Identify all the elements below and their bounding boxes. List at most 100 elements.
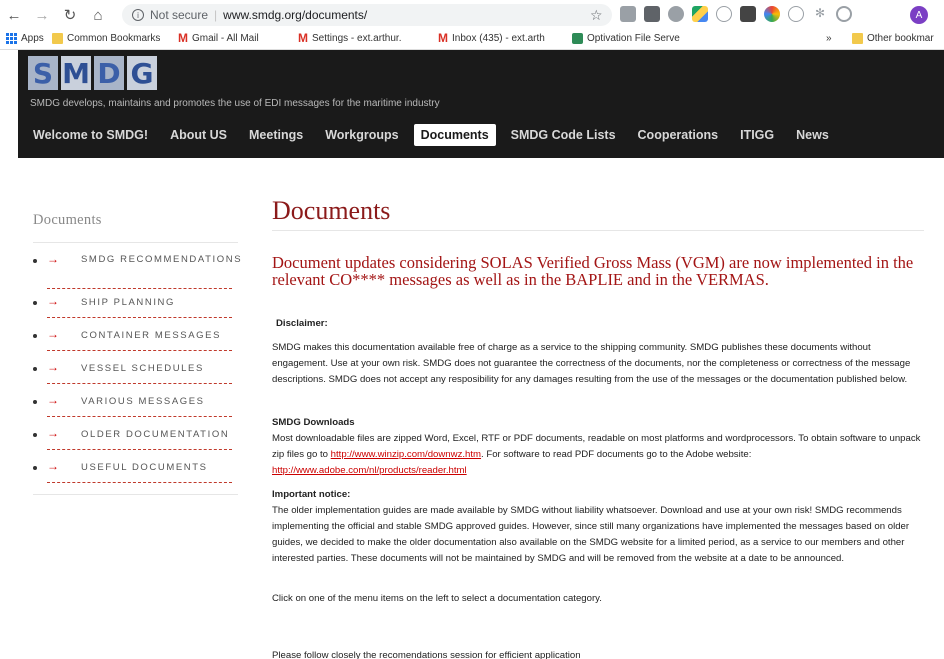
home-icon[interactable]: ⌂	[88, 5, 108, 25]
dashed-divider	[47, 416, 232, 417]
arrow-right-icon: →	[47, 426, 59, 440]
sidebar-item-various-messages[interactable]: → VARIOUS MESSAGES	[33, 393, 233, 417]
disclaimer-heading: Disclaimer:	[276, 316, 928, 332]
follow-recommendations-text: Please follow closely the recomendations…	[272, 650, 581, 659]
gear-icon[interactable]: ✻	[812, 6, 828, 22]
folder-icon	[852, 33, 863, 44]
nav-meetings[interactable]: Meetings	[242, 124, 310, 146]
bookmark-settings[interactable]: M Settings - ext.arthur.	[298, 31, 402, 45]
drive-icon[interactable]	[692, 6, 708, 22]
sidebar-item-smdg-recommendations[interactable]: → SMDG RECOMMENDATIONS	[33, 252, 241, 290]
nav-cooperations[interactable]: Cooperations	[631, 124, 726, 146]
sidebar-item-label: OLDER DOCUMENTATION	[81, 429, 230, 440]
smdg-logo[interactable]: S M D G	[28, 56, 160, 92]
logo-letter: M	[61, 56, 91, 90]
downloads-heading: SMDG Downloads	[272, 415, 924, 431]
forward-arrow-icon[interactable]: →	[32, 5, 52, 25]
bookmark-inbox[interactable]: M Inbox (435) - ext.arth	[438, 32, 545, 44]
disclaimer-text: SMDG makes this documentation available …	[272, 342, 911, 385]
sidebar-item-useful-documents[interactable]: → USEFUL DOCUMENTS	[33, 459, 233, 483]
bookmark-label: Common Bookmarks	[67, 33, 161, 44]
bookmarks-bar: Apps Common Bookmarks M Gmail - All Mail…	[0, 30, 944, 50]
click-instruction: Click on one of the menu items on the le…	[272, 593, 602, 604]
extension-icon[interactable]	[764, 6, 780, 22]
extension-icon[interactable]	[740, 6, 756, 22]
downloads-heading-text: SMDG Downloads	[272, 417, 355, 428]
sidebar-item-label: CONTAINER MESSAGES	[81, 330, 222, 341]
arrow-right-icon: →	[47, 252, 59, 266]
dashed-divider	[47, 449, 232, 450]
sidebar-item-vessel-schedules[interactable]: → VESSEL SCHEDULES	[33, 360, 233, 384]
dashed-divider	[47, 350, 232, 351]
bookmark-label: Settings - ext.arthur.	[312, 33, 402, 44]
back-arrow-icon[interactable]: ←	[4, 5, 24, 25]
extension-icon[interactable]	[644, 6, 660, 22]
reload-icon[interactable]: ↻	[60, 5, 80, 25]
logo-letter: D	[94, 56, 124, 90]
nav-workgroups[interactable]: Workgroups	[318, 124, 405, 146]
gmail-icon: M	[298, 31, 308, 45]
address-separator: |	[214, 8, 218, 22]
bullet-icon	[33, 301, 37, 305]
bookmark-optivation[interactable]: Optivation File Serve	[572, 33, 680, 44]
extension-icon[interactable]	[788, 6, 804, 22]
site-tagline: SMDG develops, maintains and promotes th…	[30, 98, 440, 109]
arrow-right-icon: →	[47, 360, 59, 374]
arrow-right-icon: →	[47, 327, 59, 341]
dashed-divider	[47, 288, 232, 289]
arrow-right-icon: →	[47, 294, 59, 308]
logo-letter: G	[127, 56, 157, 90]
browser-toolbar: ← → ↻ ⌂ i Not secure | www.smdg.org/docu…	[0, 0, 944, 30]
bullet-icon	[33, 433, 37, 437]
nav-itigg[interactable]: ITIGG	[733, 124, 781, 146]
adobe-link[interactable]: http://www.adobe.com/nl/products/reader.…	[272, 465, 467, 476]
sidebar-item-label: VARIOUS MESSAGES	[81, 396, 205, 407]
bookmark-apps[interactable]: Apps	[6, 33, 44, 44]
extension-icon[interactable]	[620, 6, 636, 22]
nav-code-lists[interactable]: SMDG Code Lists	[504, 124, 623, 146]
sidebar-divider	[33, 242, 238, 243]
sidebar-title: Documents	[33, 212, 102, 228]
bullet-icon	[33, 334, 37, 338]
bookmark-label: Inbox (435) - ext.arth	[452, 33, 545, 44]
disclaimer-heading-text: Disclaimer:	[276, 318, 328, 329]
extension-icon[interactable]	[716, 6, 732, 22]
bookmark-common[interactable]: Common Bookmarks	[52, 33, 160, 44]
notice-heading: Important notice:	[272, 487, 924, 503]
sidebar-item-ship-planning[interactable]: → SHIP PLANNING	[33, 294, 233, 318]
bullet-icon	[33, 259, 37, 263]
bookmark-other[interactable]: Other bookmar	[852, 33, 934, 44]
bookmark-gmail[interactable]: M Gmail - All Mail	[178, 31, 259, 45]
downloads-text-part: . For software to read PDF documents go …	[481, 449, 752, 460]
sidebar-item-label: SMDG RECOMMENDATIONS	[81, 254, 243, 265]
nav-news[interactable]: News	[789, 124, 836, 146]
bookmark-label: Gmail - All Mail	[192, 33, 259, 44]
sidebar-item-container-messages[interactable]: → CONTAINER MESSAGES	[33, 327, 233, 351]
nav-documents[interactable]: Documents	[413, 124, 496, 146]
sidebar-item-older-documentation[interactable]: → OLDER DOCUMENTATION	[33, 426, 233, 450]
arrow-right-icon: →	[47, 393, 59, 407]
gmail-icon: M	[178, 31, 188, 45]
bookmark-star-icon[interactable]: ☆	[590, 7, 603, 24]
notice-text: The older implementation guides are made…	[272, 505, 910, 564]
dashed-divider	[47, 383, 232, 384]
vgm-headline: Document updates considering SOLAS Verif…	[272, 253, 914, 289]
dashed-divider	[47, 317, 232, 318]
extension-icon[interactable]	[836, 6, 852, 22]
nav-welcome[interactable]: Welcome to SMDG!	[26, 124, 155, 146]
bookmarks-overflow[interactable]: »	[826, 33, 832, 44]
info-icon[interactable]: i	[132, 9, 144, 21]
address-bar[interactable]: i Not secure | www.smdg.org/documents/	[122, 4, 612, 26]
apps-grid-icon	[6, 33, 17, 44]
winzip-link[interactable]: http://www.winzip.com/downwz.htm	[331, 449, 481, 460]
dashed-divider	[47, 482, 232, 483]
sidebar-item-label: USEFUL DOCUMENTS	[81, 462, 208, 473]
profile-avatar[interactable]: A	[910, 6, 928, 24]
extension-icon[interactable]	[668, 6, 684, 22]
not-secure-label: Not secure	[150, 8, 209, 22]
nav-about-us[interactable]: About US	[163, 124, 234, 146]
sidebar-divider	[33, 494, 238, 495]
logo-letter: S	[28, 56, 58, 90]
notice-heading-text: Important notice:	[272, 489, 351, 500]
bookmark-label: Other bookmar	[867, 33, 934, 44]
